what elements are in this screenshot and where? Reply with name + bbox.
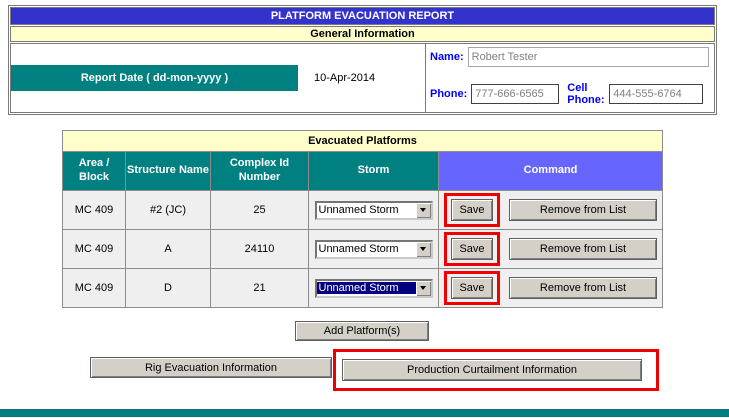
chevron-down-icon[interactable] — [416, 281, 431, 296]
page-root: { "title": "PLATFORM EVACUATION REPORT",… — [0, 0, 729, 418]
footer-bar — [0, 409, 729, 417]
production-curtailment-button[interactable]: Production Curtailment Information — [342, 359, 642, 381]
structure-name-cell: A — [126, 230, 211, 269]
contact-fields: Name: Phone: Cell Phone: — [426, 44, 714, 112]
production-annotation-box: Production Curtailment Information — [333, 349, 659, 391]
storm-select-value: Unnamed Storm — [317, 243, 416, 255]
chevron-down-icon[interactable] — [416, 242, 431, 257]
rig-evacuation-button[interactable]: Rig Evacuation Information — [90, 357, 332, 378]
cell-phone-input[interactable] — [609, 84, 703, 104]
complex-id-cell: 24110 — [211, 230, 309, 269]
storm-select[interactable]: Unnamed Storm — [315, 279, 433, 298]
col-header-complex-id: Complex Id Number — [211, 152, 309, 191]
storm-cell: Unnamed Storm — [309, 191, 439, 230]
command-cell: Save Remove from List — [439, 191, 663, 230]
remove-from-list-button[interactable]: Remove from List — [509, 199, 657, 221]
storm-select[interactable]: Unnamed Storm — [315, 201, 433, 220]
structure-name-cell: #2 (JC) — [126, 191, 211, 230]
col-header-command: Command — [439, 152, 663, 191]
storm-select-value: Unnamed Storm — [317, 204, 416, 216]
area-block-cell: MC 409 — [63, 269, 126, 308]
table-row: MC 409 #2 (JC) 25 Unnamed Storm Save Rem… — [63, 191, 663, 230]
add-platforms-row: Add Platform(s) — [62, 321, 662, 341]
table-row: MC 409 D 21 Unnamed Storm Save Remove fr… — [63, 269, 663, 308]
area-block-cell: MC 409 — [63, 191, 126, 230]
general-info-section: PLATFORM EVACUATION REPORT General Infor… — [8, 5, 717, 115]
save-button[interactable]: Save — [451, 277, 493, 299]
evacuated-platforms-header: Evacuated Platforms — [63, 131, 663, 152]
remove-from-list-button[interactable]: Remove from List — [509, 238, 657, 260]
storm-cell: Unnamed Storm — [309, 269, 439, 308]
storm-cell: Unnamed Storm — [309, 230, 439, 269]
report-date-label: Report Date ( dd-mon-yyyy ) — [11, 65, 298, 91]
save-button[interactable]: Save — [451, 199, 493, 221]
chevron-down-icon[interactable] — [416, 203, 431, 218]
name-label: Name: — [430, 51, 464, 63]
storm-select[interactable]: Unnamed Storm — [315, 240, 433, 259]
bottom-actions: Rig Evacuation Information Production Cu… — [0, 349, 729, 395]
complex-id-cell: 21 — [211, 269, 309, 308]
evacuated-platforms-section: Evacuated Platforms Area / Block Structu… — [62, 130, 662, 308]
col-header-structure-name: Structure Name — [126, 152, 211, 191]
evacuated-platforms-table: Evacuated Platforms Area / Block Structu… — [62, 130, 663, 308]
structure-name-cell: D — [126, 269, 211, 308]
save-button[interactable]: Save — [451, 238, 493, 260]
remove-from-list-button[interactable]: Remove from List — [509, 277, 657, 299]
table-row: MC 409 A 24110 Unnamed Storm Save Remove… — [63, 230, 663, 269]
phone-input[interactable] — [471, 84, 559, 104]
save-annotation-box: Save — [444, 193, 500, 227]
command-cell: Save Remove from List — [439, 269, 663, 308]
storm-select-value: Unnamed Storm — [317, 282, 416, 294]
general-info-header: General Information — [10, 26, 715, 42]
area-block-cell: MC 409 — [63, 230, 126, 269]
col-header-storm: Storm — [309, 152, 439, 191]
name-input[interactable] — [468, 47, 709, 67]
page-title: PLATFORM EVACUATION REPORT — [10, 7, 715, 25]
save-annotation-box: Save — [444, 271, 500, 305]
col-header-area-block: Area / Block — [63, 152, 126, 191]
general-info-content: Report Date ( dd-mon-yyyy ) 10-Apr-2014 … — [10, 43, 715, 113]
phone-row: Phone: Cell Phone: — [430, 82, 709, 106]
report-date-area: Report Date ( dd-mon-yyyy ) 10-Apr-2014 — [11, 44, 426, 112]
phone-label: Phone: — [430, 88, 467, 100]
command-cell: Save Remove from List — [439, 230, 663, 269]
cell-phone-label: Cell Phone: — [567, 82, 605, 106]
add-platforms-button[interactable]: Add Platform(s) — [295, 321, 429, 341]
name-row: Name: — [430, 47, 709, 67]
report-date-value: 10-Apr-2014 — [314, 72, 375, 84]
save-annotation-box: Save — [444, 232, 500, 266]
complex-id-cell: 25 — [211, 191, 309, 230]
